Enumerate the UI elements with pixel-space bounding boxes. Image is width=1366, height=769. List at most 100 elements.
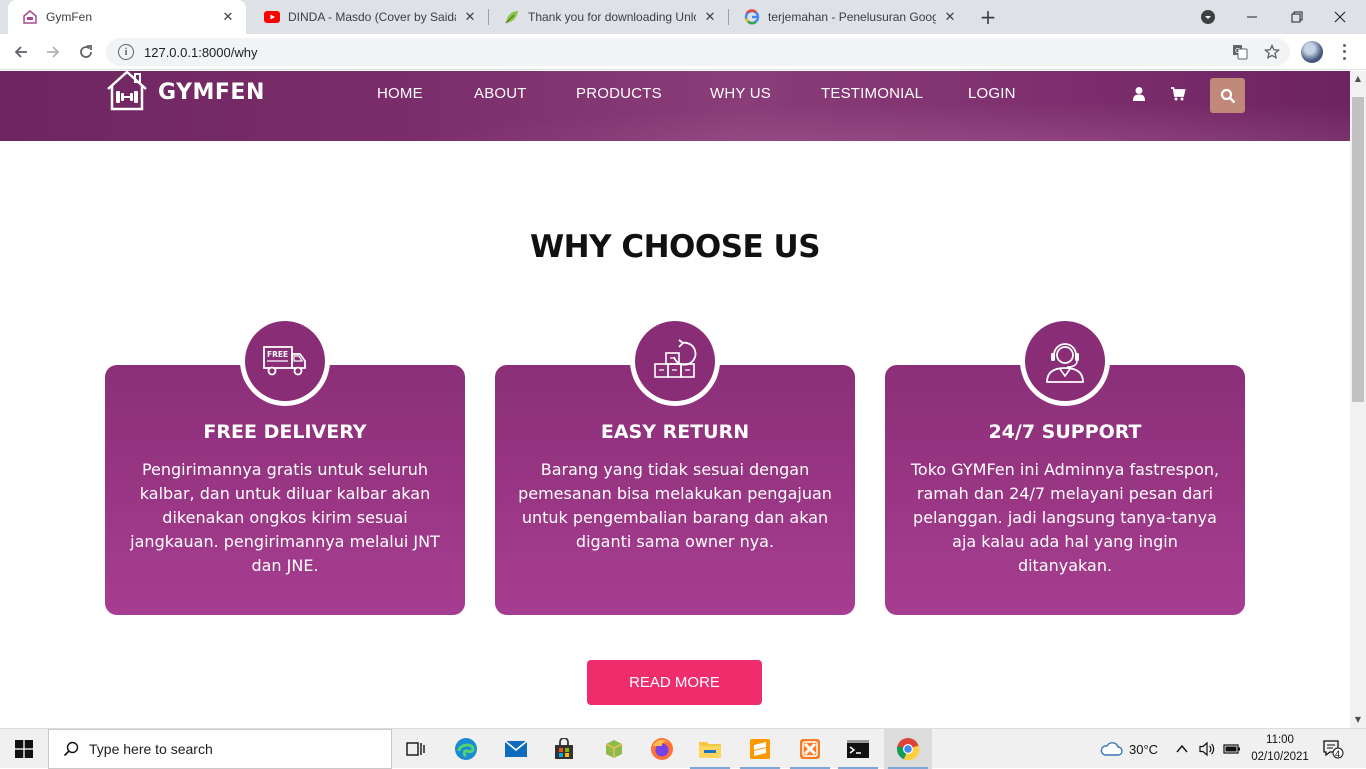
translate-icon[interactable]: G — [1230, 42, 1250, 62]
card-title: EASY RETURN — [600, 421, 750, 443]
tab-youtube[interactable]: DINDA - Masdo (Cover by Saidah ✕ — [250, 0, 488, 34]
chevron-up-icon — [1176, 744, 1188, 753]
close-tab-icon[interactable]: ✕ — [462, 9, 478, 25]
file-explorer-app[interactable] — [686, 729, 734, 769]
mail-icon — [504, 740, 528, 757]
taskbar-search-box[interactable]: Type here to search — [48, 729, 392, 769]
read-more-button[interactable]: READ MORE — [587, 660, 762, 705]
card-text: Barang yang tidak sesuai dengan pemesana… — [518, 460, 832, 551]
cart-icon[interactable] — [1169, 85, 1187, 103]
chrome-icon — [897, 738, 920, 761]
scroll-down-icon[interactable]: ▼ — [1350, 712, 1366, 728]
tab-gymfen[interactable]: GymFen ✕ — [8, 0, 246, 34]
site-logo[interactable]: GYMFEN — [104, 71, 265, 113]
logo-text: GYMFEN — [158, 79, 265, 105]
nav-products[interactable]: PRODUCTS — [576, 85, 662, 102]
nav-login[interactable]: LOGIN — [968, 85, 1016, 102]
card-text: Toko GYMFen ini Adminnya fastrespon, ram… — [910, 460, 1220, 575]
card-icon-circle — [630, 316, 720, 406]
sublime-text-app[interactable] — [736, 729, 784, 769]
action-center[interactable]: 4 — [1322, 729, 1344, 769]
weather-widget[interactable]: 30°C — [1099, 729, 1158, 769]
file-tool-app[interactable] — [590, 729, 638, 769]
close-tab-icon[interactable]: ✕ — [942, 9, 958, 25]
youtube-favicon-icon — [264, 9, 280, 25]
search-icon — [63, 741, 79, 757]
show-hidden-icons[interactable] — [1176, 729, 1188, 769]
close-window-button[interactable] — [1318, 0, 1362, 34]
nav-testimonial[interactable]: TESTIMONIAL — [821, 85, 923, 102]
firefox-icon — [651, 738, 673, 760]
tab-separator — [728, 9, 729, 25]
chevron-down-icon — [1201, 10, 1215, 24]
cloud-weather-icon — [1100, 742, 1123, 756]
browser-toolbar: i 127.0.0.1:8000/why G — [0, 34, 1366, 70]
site-header: GYMFEN HOME ABOUT PRODUCTS WHY US TESTIM… — [0, 71, 1350, 141]
restore-icon — [1291, 11, 1303, 23]
volume-control[interactable] — [1199, 729, 1215, 769]
tab-separator — [488, 9, 489, 25]
minimize-button[interactable] — [1230, 0, 1274, 34]
scrollbar-thumb[interactable] — [1352, 97, 1364, 402]
google-favicon-icon — [744, 9, 760, 25]
new-tab-button[interactable]: + — [976, 5, 1000, 29]
nav-home[interactable]: HOME — [377, 85, 423, 102]
site-info-icon[interactable]: i — [118, 44, 134, 60]
arrow-right-icon — [47, 46, 60, 58]
store-bag-icon — [555, 738, 573, 759]
chrome-app[interactable] — [884, 729, 932, 769]
card-title: FREE DELIVERY — [203, 421, 367, 443]
address-bar[interactable]: i 127.0.0.1:8000/why — [106, 38, 1290, 66]
battery-status[interactable] — [1223, 729, 1241, 769]
reload-button[interactable] — [74, 40, 98, 64]
reload-icon — [80, 45, 92, 58]
scroll-up-icon[interactable]: ▲ — [1350, 71, 1366, 87]
task-view-button[interactable] — [392, 729, 440, 769]
sublime-text-icon — [750, 739, 770, 759]
restore-button[interactable] — [1275, 0, 1319, 34]
nav-about[interactable]: ABOUT — [474, 85, 527, 102]
weather-temperature: 30°C — [1129, 741, 1159, 757]
leaf-favicon-icon — [504, 9, 520, 25]
browser-menu-icon[interactable] — [1336, 42, 1352, 62]
back-button[interactable] — [9, 40, 33, 64]
close-tab-icon[interactable]: ✕ — [702, 9, 718, 25]
clock-date: 02/10/2021 — [1251, 751, 1309, 763]
edge-app[interactable] — [442, 729, 490, 769]
forward-button[interactable] — [41, 40, 65, 64]
xampp-icon — [800, 739, 820, 759]
page-viewport: GYMFEN HOME ABOUT PRODUCTS WHY US TESTIM… — [0, 71, 1350, 728]
close-tab-icon[interactable]: ✕ — [220, 9, 236, 25]
tab-download[interactable]: Thank you for downloading Unlo ✕ — [490, 0, 728, 34]
arrow-left-icon — [14, 46, 27, 58]
notification-icon — [1323, 740, 1344, 759]
tab-google[interactable]: terjemahan - Penelusuran Google ✕ — [730, 0, 968, 34]
xampp-app[interactable] — [786, 729, 834, 769]
tab-search-button[interactable] — [1186, 0, 1230, 34]
start-button[interactable] — [0, 729, 48, 769]
firefox-app[interactable] — [638, 729, 686, 769]
card-icon-circle — [1020, 316, 1110, 406]
nav-why-us[interactable]: WHY US — [710, 85, 771, 102]
bookmark-star-icon[interactable] — [1262, 42, 1282, 62]
store-app[interactable] — [540, 729, 588, 769]
page-scrollbar[interactable]: ▲ ▼ — [1350, 71, 1366, 728]
tab-title: GymFen — [46, 10, 93, 24]
task-view-icon — [406, 742, 425, 756]
section-title: WHY CHOOSE US — [529, 229, 821, 265]
user-icon[interactable] — [1130, 85, 1148, 103]
taskbar-search-placeholder: Type here to search — [89, 741, 213, 757]
battery-icon — [1223, 744, 1240, 754]
green-box-app-icon — [605, 740, 623, 758]
system-clock[interactable]: 11:00 02/10/2021 — [1240, 732, 1320, 766]
speaker-icon — [1199, 741, 1215, 757]
browser-tab-strip: GymFen ✕ DINDA - Masdo (Cover by Saidah … — [0, 0, 1366, 34]
edge-browser-icon — [455, 738, 477, 760]
profile-avatar[interactable] — [1301, 41, 1323, 63]
tab-title: terjemahan - Penelusuran Google — [768, 10, 936, 24]
close-icon — [1334, 11, 1346, 23]
mail-app[interactable] — [492, 729, 540, 769]
header-search-button[interactable] — [1210, 78, 1245, 113]
terminal-app[interactable] — [834, 729, 882, 769]
free-delivery-truck-icon: FREE — [263, 346, 306, 376]
